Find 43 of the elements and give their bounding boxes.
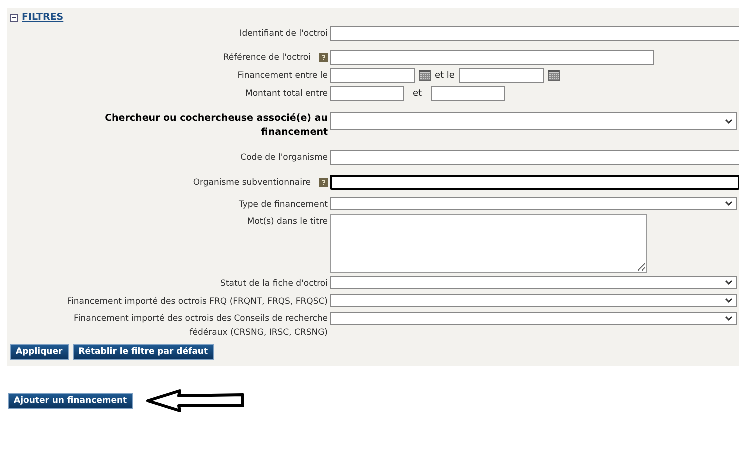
collapse-icon[interactable]	[10, 14, 18, 22]
chevron-down-icon	[725, 280, 733, 285]
title-words-field[interactable]	[330, 214, 647, 273]
filters-link[interactable]: FILTRES	[22, 12, 64, 23]
filter-button[interactable]: Appliquer	[10, 344, 69, 360]
calendar-icon[interactable]	[548, 70, 560, 81]
dropdown-field[interactable]	[330, 312, 737, 325]
text-field[interactable]	[330, 50, 654, 65]
field-label: Montant total entre	[245, 88, 328, 100]
field-label: Chercheur ou cochercheuse associé(e) au financement	[104, 112, 328, 140]
range-label: et	[413, 88, 422, 98]
field-label: Référence de l'octroi	[223, 52, 311, 64]
amount-field[interactable]	[431, 86, 506, 101]
text-field[interactable]	[330, 150, 739, 165]
text-field[interactable]	[330, 175, 739, 190]
chevron-down-icon	[725, 118, 733, 124]
help-icon[interactable]	[319, 53, 328, 62]
text-field[interactable]	[330, 26, 739, 41]
dropdown-field[interactable]	[330, 294, 737, 307]
field-label: Statut de la fiche d'octroi	[220, 278, 328, 290]
field-label: Identifiant de l'octroi	[240, 28, 328, 40]
calendar-icon[interactable]	[419, 70, 431, 81]
field-label: Code de l'organisme	[240, 152, 328, 164]
add-funding-button[interactable]: Ajouter un financement	[8, 393, 134, 409]
chevron-down-icon	[725, 201, 733, 206]
dropdown-field[interactable]	[330, 197, 737, 210]
field-label: Financement importé des octrois FRQ (FRQNT, FRQS, FRQSC)	[67, 296, 328, 308]
field-label: Financement importé des octrois des Conseils de recherche fédéraux (CRSNG, IRSC, CRSNG)	[73, 313, 328, 340]
field-label: Organisme subventionnaire	[193, 176, 311, 190]
date-field[interactable]	[458, 68, 544, 83]
range-label: et le	[435, 70, 455, 80]
field-label: Mot(s) dans le titre	[247, 216, 328, 228]
dropdown-field[interactable]	[330, 112, 737, 130]
date-field[interactable]	[330, 68, 415, 83]
amount-field[interactable]	[330, 86, 404, 101]
dropdown-field[interactable]	[330, 276, 737, 289]
help-icon[interactable]	[319, 178, 328, 187]
chevron-down-icon	[725, 316, 733, 321]
field-label: Financement entre le	[238, 70, 328, 82]
filter-button[interactable]: Rétablir le filtre par défaut	[72, 344, 214, 360]
chevron-down-icon	[725, 298, 733, 303]
arrow-icon	[146, 389, 246, 413]
field-label: Type de financement	[238, 198, 328, 212]
